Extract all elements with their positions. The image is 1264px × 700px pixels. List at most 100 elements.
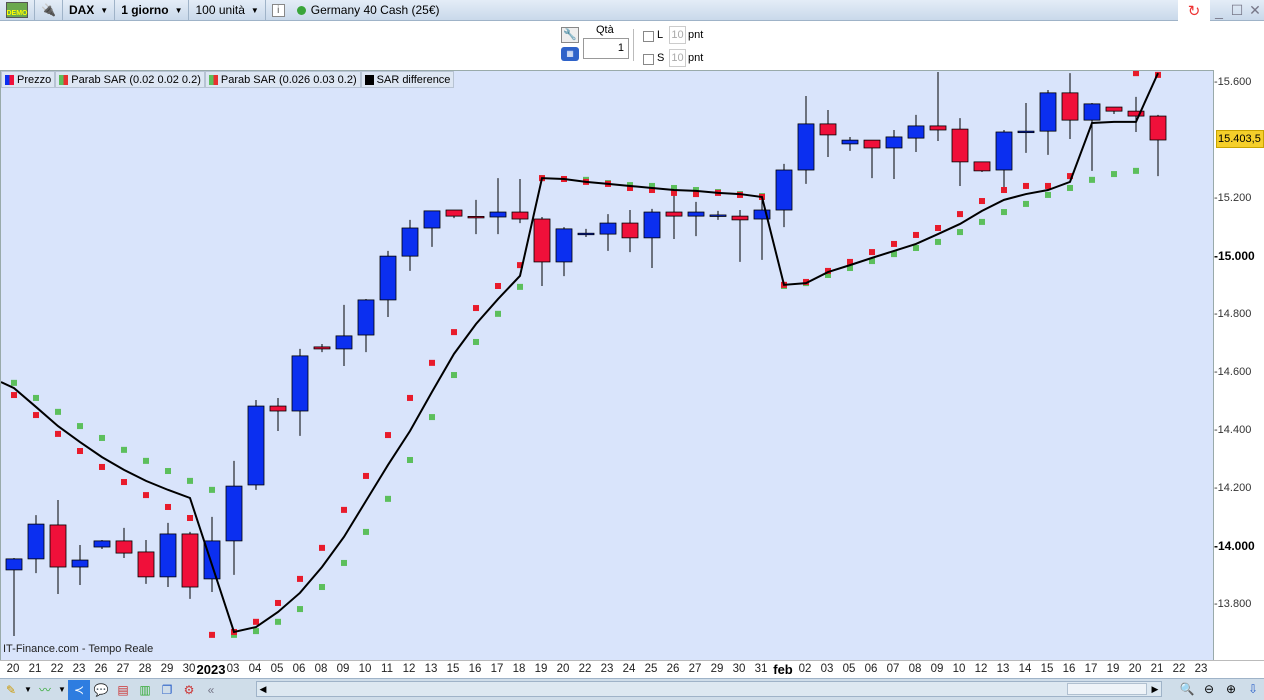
candle-up: [709, 214, 727, 217]
candle-up: [1039, 92, 1057, 132]
price-chart[interactable]: [0, 70, 1215, 661]
legend-item-sar-2[interactable]: Parab SAR (0.026 0.03 0.2): [204, 71, 361, 88]
date-axis[interactable]: 20 21 22 23 26 27 28 29 30 2023 03 04 05 06 08 09 10 11 12…: [0, 660, 1264, 678]
quantity-input[interactable]: 1: [583, 38, 629, 59]
scroll-right-icon[interactable]: ▶: [1149, 682, 1161, 696]
sar-dot-a: [143, 492, 149, 499]
date-tick-label: 07: [886, 663, 900, 675]
timeframe-dropdown[interactable]: 1 giorno ▼: [115, 0, 188, 21]
chevron-down-icon[interactable]: ▼: [56, 680, 68, 700]
date-tick-label: 16: [1062, 663, 1076, 675]
sar-dot-b: [187, 477, 193, 484]
indicators-icon[interactable]: 〰: [34, 680, 56, 700]
date-tick-label: 08: [314, 663, 328, 675]
auto-zoom-icon[interactable]: 🔍: [1176, 679, 1198, 699]
candle-up: [335, 335, 353, 350]
date-tick-label: 17: [1084, 663, 1098, 675]
scroll-left-icon[interactable]: ◀: [257, 682, 269, 696]
date-tick-label: 22: [50, 663, 64, 675]
date-tick-label: 12: [402, 663, 416, 675]
candle-down: [731, 215, 749, 221]
legend-label: SAR difference: [376, 73, 451, 86]
price-axis[interactable]: -15.600 -15.200 -15.000 -14.800 -14.600 -14.4…: [1214, 70, 1264, 660]
date-tick-label: 27: [116, 663, 130, 675]
sar-dot-b: [77, 423, 83, 430]
quantity-label: Qtà: [596, 24, 614, 36]
scrollbar-thumb[interactable]: [1067, 683, 1147, 695]
date-tick-label: 20: [1128, 663, 1142, 675]
sar-dot-b: [1133, 167, 1139, 174]
sar-dot-b: [1045, 191, 1051, 198]
short-points-input[interactable]: 10: [669, 49, 686, 67]
candle-down: [1061, 92, 1079, 121]
minimize-icon[interactable]: _: [1210, 3, 1228, 19]
candle-down: [269, 405, 287, 412]
candle-down: [533, 218, 551, 263]
zoom-out-icon[interactable]: ⊖: [1198, 679, 1220, 699]
connection-icon[interactable]: 🔌: [35, 0, 62, 21]
download-icon[interactable]: ⇩: [1242, 679, 1264, 699]
date-tick-label: 15: [446, 663, 460, 675]
quantity-units-dropdown[interactable]: 100 unità ▼: [189, 0, 264, 21]
comment-icon[interactable]: 💬: [90, 680, 112, 700]
sar-dot-b: [209, 486, 215, 493]
chart-area[interactable]: [0, 70, 1214, 660]
candle-up: [5, 558, 23, 571]
long-checkbox[interactable]: [643, 31, 654, 42]
date-tick-label: 16: [468, 663, 482, 675]
candle-up: [247, 405, 265, 486]
sar-dot-a: [319, 544, 325, 551]
legend-label: Parab SAR (0.02 0.02 0.2): [71, 73, 201, 86]
price-swatch-icon: [5, 74, 14, 85]
price-tick-label: -15.600: [1214, 76, 1252, 88]
settings-icon[interactable]: ⚙: [178, 680, 200, 700]
book-icon[interactable]: ▥: [134, 680, 156, 700]
drawing-tools-icon[interactable]: ✎: [0, 680, 22, 700]
keyboard-icon[interactable]: ▦: [561, 47, 579, 61]
candle-up: [885, 136, 903, 149]
legend-item-sar-difference[interactable]: SAR difference: [360, 71, 455, 88]
legend-item-price[interactable]: Prezzo: [1, 71, 56, 88]
collapse-icon[interactable]: «: [200, 680, 222, 700]
quantity-units-label: 100 unità: [195, 3, 245, 17]
info-button[interactable]: i: [266, 0, 291, 21]
date-tick-label: 12: [974, 663, 988, 675]
refresh-icon[interactable]: ↻: [1178, 0, 1210, 22]
date-tick-label: 30: [732, 663, 746, 675]
report-icon[interactable]: ▤: [112, 680, 134, 700]
sar-dot-a: [363, 472, 369, 479]
date-tick-label: 30: [182, 663, 196, 675]
order-panel: [0, 21, 1264, 70]
share-icon[interactable]: ≺: [68, 679, 90, 700]
symbol-dropdown[interactable]: DAX ▼: [63, 0, 114, 21]
close-icon[interactable]: ✕: [1246, 2, 1264, 19]
horizontal-scrollbar[interactable]: ◀ ▶: [256, 681, 1162, 697]
candle-up: [159, 533, 177, 578]
candle-down: [665, 211, 683, 217]
sar-dot-b: [1001, 209, 1007, 216]
date-tick-label: 23: [1194, 663, 1208, 675]
date-tick-label: 2023: [196, 662, 226, 677]
sar-dot-b: [363, 528, 369, 535]
date-tick-label: 27: [688, 663, 702, 675]
date-tick-label: 10: [952, 663, 966, 675]
date-tick-label: 19: [1106, 663, 1120, 675]
date-tick-label: 29: [710, 663, 724, 675]
wrench-icon[interactable]: 🔧: [561, 27, 579, 43]
windows-icon[interactable]: ❐: [156, 680, 178, 700]
chevron-down-icon: ▼: [250, 5, 259, 15]
short-checkbox[interactable]: [643, 54, 654, 65]
demo-account-icon[interactable]: DEMO: [0, 0, 34, 21]
legend-item-sar-1[interactable]: Parab SAR (0.02 0.02 0.2): [55, 71, 205, 88]
sar-dot-b: [121, 446, 127, 453]
sar-dot-a: [209, 631, 215, 638]
long-label: L: [657, 29, 664, 41]
difference-swatch-icon: [364, 74, 374, 85]
sar-swatch-icon: [208, 74, 218, 85]
long-points-input[interactable]: 10: [669, 26, 686, 44]
sar-dot-b: [935, 238, 941, 245]
zoom-in-icon[interactable]: ⊕: [1220, 679, 1242, 699]
chevron-down-icon[interactable]: ▼: [22, 680, 34, 700]
maximize-icon[interactable]: ☐: [1228, 2, 1246, 19]
sar-dot-b: [165, 468, 171, 475]
